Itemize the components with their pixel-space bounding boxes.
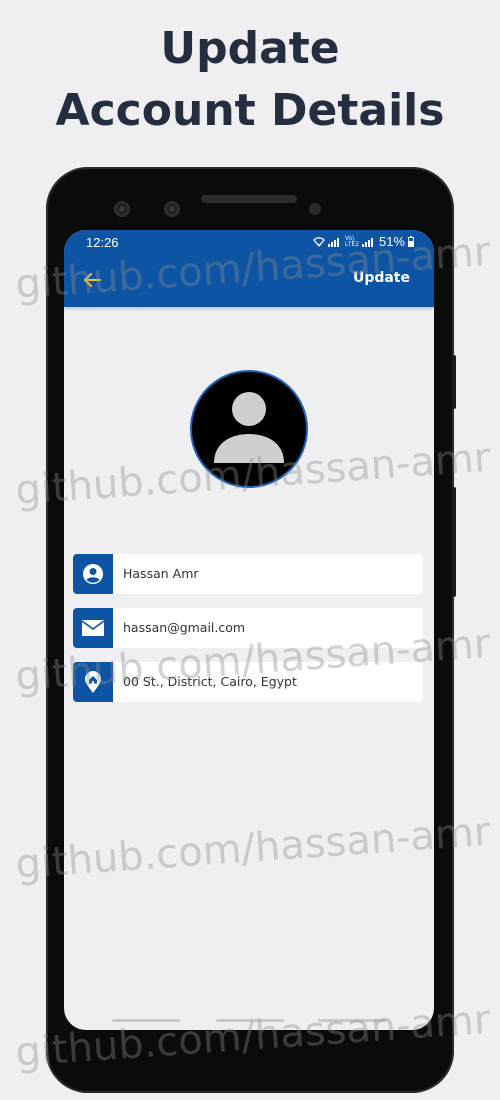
update-button[interactable]: Update [353,270,410,286]
person-icon [214,392,284,463]
signal-icon [327,237,339,247]
front-camera-icon [164,201,180,217]
arrow-left-icon [84,273,101,287]
front-camera-icon [114,201,130,217]
account-circle-icon [83,564,103,584]
phone-frame: 12:26 Vo) LTE2 51% Update Hassan Amr has… [46,167,456,1093]
power-button [452,487,456,597]
status-bar: 12:26 Vo) LTE2 51% [64,230,434,255]
battery-icon [408,236,414,247]
network-label: Vo) LTE2 [344,235,359,248]
app-bar: Update [64,255,434,307]
app-screen: 12:26 Vo) LTE2 51% Update Hassan Amr has… [64,230,434,1030]
headline-line-1: Update [160,23,340,74]
back-button[interactable] [80,268,104,292]
proximity-sensor [309,203,321,215]
earpiece-speaker [201,195,297,203]
status-icons: Vo) LTE2 51% [313,234,414,249]
system-nav-bar [64,1016,434,1030]
email-field[interactable]: hassan@gmail.com [73,608,423,648]
nav-home-button[interactable] [216,1019,284,1022]
profile-avatar[interactable] [190,370,308,488]
address-field-icon-box [73,662,113,702]
email-icon [81,620,105,636]
email-value[interactable]: hassan@gmail.com [123,620,245,635]
signal-icon [361,237,373,247]
email-field-icon-box [73,608,113,648]
wifi-icon [313,236,325,247]
nav-recents-button[interactable] [112,1019,180,1022]
page-headline: Update Account Details [0,18,500,142]
name-field[interactable]: Hassan Amr [73,554,423,594]
name-value[interactable]: Hassan Amr [123,566,199,581]
address-field[interactable]: 00 St., District, Cairo, Egypt [73,662,423,702]
volume-button [452,355,456,409]
nav-back-button[interactable] [318,1019,386,1022]
address-value[interactable]: 00 St., District, Cairo, Egypt [123,674,297,689]
battery-percent: 51% [378,234,405,249]
home-location-icon [85,671,101,693]
name-field-icon-box [73,554,113,594]
headline-line-2: Account Details [55,85,445,136]
status-time: 12:26 [86,235,119,250]
